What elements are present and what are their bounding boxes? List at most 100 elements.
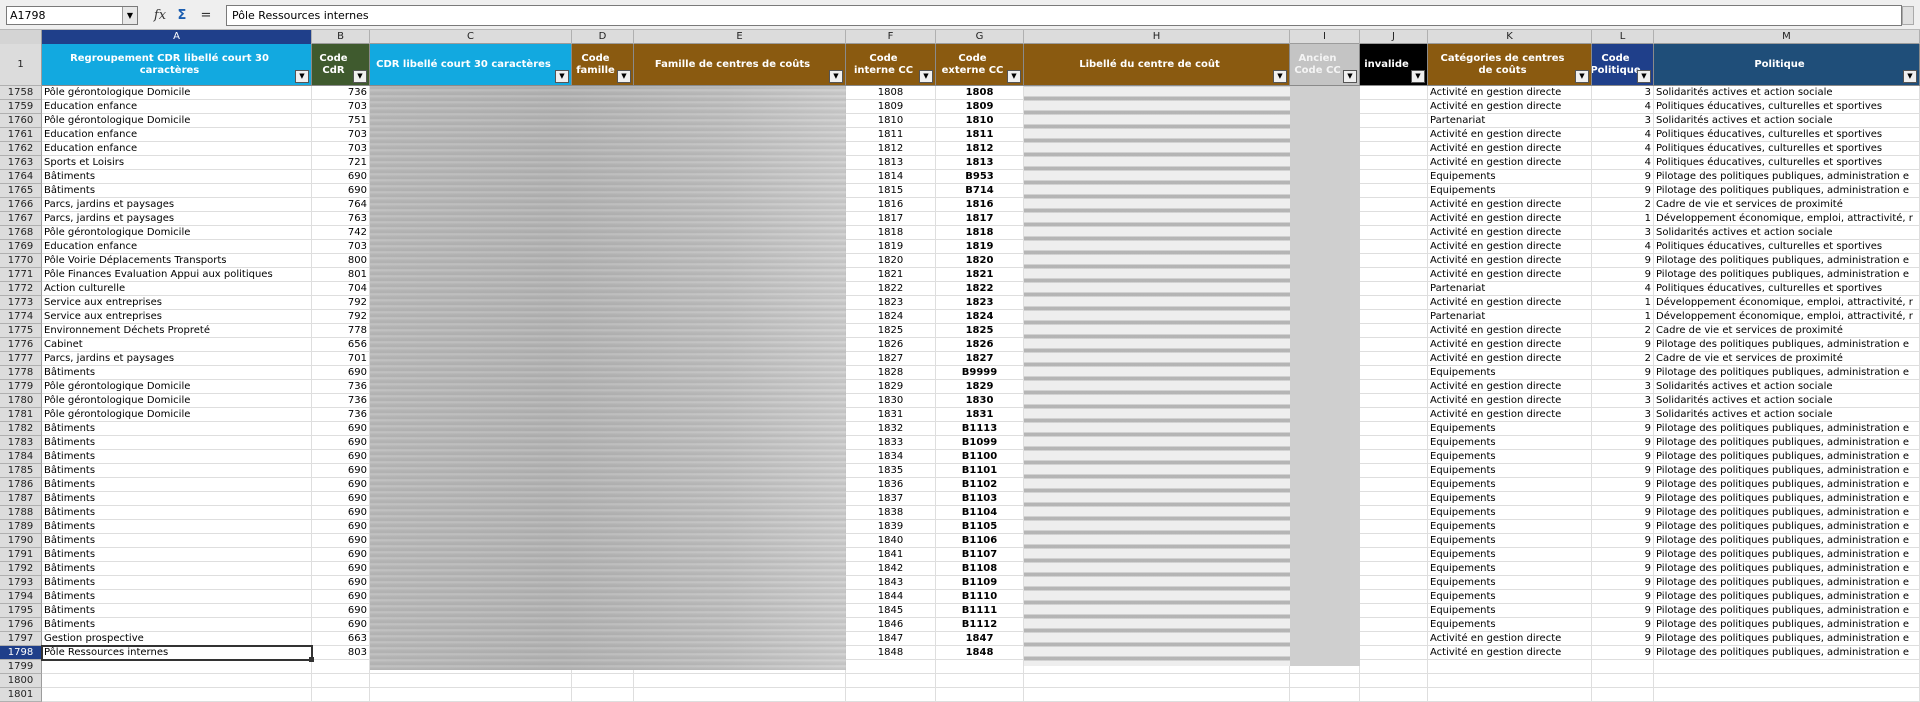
autofilter-dropdown-icon[interactable]: ▼ bbox=[295, 70, 309, 83]
cell-k[interactable]: Activité en gestion directe bbox=[1428, 254, 1592, 268]
cell-i[interactable] bbox=[1290, 534, 1360, 548]
cell-d[interactable] bbox=[572, 128, 634, 142]
cell-f[interactable]: 1838 bbox=[846, 506, 936, 520]
cell-l[interactable]: 1 bbox=[1592, 296, 1654, 310]
cell-c[interactable] bbox=[370, 352, 572, 366]
cell-l[interactable]: 2 bbox=[1592, 198, 1654, 212]
cell-i[interactable] bbox=[1290, 408, 1360, 422]
cell-d[interactable] bbox=[572, 114, 634, 128]
cell-b[interactable]: 721 bbox=[312, 156, 370, 170]
cell-k[interactable]: Activité en gestion directe bbox=[1428, 408, 1592, 422]
cell-k[interactable]: Activité en gestion directe bbox=[1428, 338, 1592, 352]
cell-e[interactable] bbox=[634, 450, 846, 464]
cell-m[interactable]: Développement économique, emploi, attrac… bbox=[1654, 212, 1920, 226]
cell-a[interactable]: Bâtiments bbox=[42, 450, 312, 464]
cell-l[interactable]: 9 bbox=[1592, 520, 1654, 534]
cell-f[interactable]: 1819 bbox=[846, 240, 936, 254]
column-header-h[interactable]: H bbox=[1024, 30, 1290, 44]
cell-h[interactable] bbox=[1024, 464, 1290, 478]
cell-j[interactable] bbox=[1360, 100, 1428, 114]
cell-b[interactable]: 703 bbox=[312, 100, 370, 114]
cell-i[interactable] bbox=[1290, 548, 1360, 562]
cell-h[interactable] bbox=[1024, 156, 1290, 170]
cell-e[interactable] bbox=[634, 254, 846, 268]
cell-f[interactable]: 1812 bbox=[846, 142, 936, 156]
cell-a[interactable]: Bâtiments bbox=[42, 170, 312, 184]
cell-f[interactable]: 1810 bbox=[846, 114, 936, 128]
cell-i[interactable] bbox=[1290, 324, 1360, 338]
cell-d[interactable] bbox=[572, 282, 634, 296]
cell-a[interactable]: Education enfance bbox=[42, 100, 312, 114]
cell-g[interactable]: B1113 bbox=[936, 422, 1024, 436]
cell-i[interactable]: 2906 bbox=[1290, 198, 1360, 212]
cell-k[interactable]: Activité en gestion directe bbox=[1428, 632, 1592, 646]
cell-j[interactable] bbox=[1360, 394, 1428, 408]
cell-h[interactable] bbox=[1024, 254, 1290, 268]
cell-g[interactable]: 1818 bbox=[936, 226, 1024, 240]
row-header[interactable]: 1783 bbox=[0, 436, 42, 450]
cell-f[interactable] bbox=[846, 660, 936, 674]
row-header[interactable]: 1792 bbox=[0, 562, 42, 576]
cell-d[interactable] bbox=[572, 576, 634, 590]
cell-d[interactable] bbox=[572, 604, 634, 618]
cell-c[interactable] bbox=[370, 254, 572, 268]
column-header-l[interactable]: L bbox=[1592, 30, 1654, 44]
cell-f[interactable]: 1847 bbox=[846, 632, 936, 646]
cell-f[interactable]: 1839 bbox=[846, 520, 936, 534]
cell-l[interactable]: 4 bbox=[1592, 282, 1654, 296]
cell-b[interactable]: 690 bbox=[312, 436, 370, 450]
cell-k[interactable]: Equipements bbox=[1428, 478, 1592, 492]
cell-f[interactable]: 1828 bbox=[846, 366, 936, 380]
chevron-down-icon[interactable]: ▼ bbox=[122, 7, 137, 24]
cell-e[interactable] bbox=[634, 422, 846, 436]
cell-e[interactable] bbox=[634, 142, 846, 156]
cell-j[interactable] bbox=[1360, 254, 1428, 268]
cell-d[interactable] bbox=[572, 226, 634, 240]
cell-i[interactable]: 74518 bbox=[1290, 114, 1360, 128]
cell-g[interactable]: 1809 bbox=[936, 100, 1024, 114]
cell-d[interactable] bbox=[572, 338, 634, 352]
header-cell-h[interactable]: Libellé du centre de coût ▼ bbox=[1024, 44, 1290, 86]
cell-i[interactable] bbox=[1290, 422, 1360, 436]
cell-a[interactable]: Service aux entreprises bbox=[42, 310, 312, 324]
cell-g[interactable]: 1810 bbox=[936, 114, 1024, 128]
cell-j[interactable] bbox=[1360, 128, 1428, 142]
cell-m[interactable]: Politiques éducatives, culturelles et sp… bbox=[1654, 240, 1920, 254]
autofilter-dropdown-icon[interactable]: ▼ bbox=[1575, 70, 1589, 83]
cell-g[interactable]: 1824 bbox=[936, 310, 1024, 324]
cell-d[interactable] bbox=[572, 520, 634, 534]
cell-d[interactable] bbox=[572, 548, 634, 562]
cell-d[interactable] bbox=[572, 394, 634, 408]
cell-f[interactable]: 1835 bbox=[846, 464, 936, 478]
cell-m[interactable]: Solidarités actives et action sociale bbox=[1654, 394, 1920, 408]
cell-i[interactable] bbox=[1290, 506, 1360, 520]
cell-c[interactable] bbox=[370, 338, 572, 352]
cell-j[interactable] bbox=[1360, 86, 1428, 100]
cell-d[interactable] bbox=[572, 450, 634, 464]
row-header[interactable]: 1768 bbox=[0, 226, 42, 240]
cell-c[interactable] bbox=[370, 450, 572, 464]
cell-a[interactable]: Bâtiments bbox=[42, 604, 312, 618]
column-header-k[interactable]: K bbox=[1428, 30, 1592, 44]
row-header[interactable]: 1793 bbox=[0, 576, 42, 590]
cell-e[interactable] bbox=[634, 310, 846, 324]
cell-b[interactable]: 690 bbox=[312, 520, 370, 534]
cell-l[interactable]: 9 bbox=[1592, 184, 1654, 198]
cell-f[interactable]: 1841 bbox=[846, 548, 936, 562]
cell-k[interactable] bbox=[1428, 660, 1592, 674]
row-header[interactable]: 1780 bbox=[0, 394, 42, 408]
cell-k[interactable]: Equipements bbox=[1428, 506, 1592, 520]
cell-b[interactable]: 663 bbox=[312, 632, 370, 646]
cell-a[interactable]: Education enfance bbox=[42, 240, 312, 254]
header-cell-k[interactable]: Catégories de centres de coûts ▼ bbox=[1428, 44, 1592, 86]
cell-b[interactable]: 703 bbox=[312, 128, 370, 142]
cell-a[interactable]: Bâtiments bbox=[42, 422, 312, 436]
cell-k[interactable]: Activité en gestion directe bbox=[1428, 352, 1592, 366]
cell-a[interactable]: Bâtiments bbox=[42, 548, 312, 562]
cell-g[interactable]: B1111 bbox=[936, 604, 1024, 618]
cell-i[interactable] bbox=[1290, 352, 1360, 366]
cell-g[interactable] bbox=[936, 674, 1024, 688]
cell-l[interactable]: 1 bbox=[1592, 310, 1654, 324]
cell-c[interactable] bbox=[370, 408, 572, 422]
cell-d[interactable] bbox=[572, 156, 634, 170]
